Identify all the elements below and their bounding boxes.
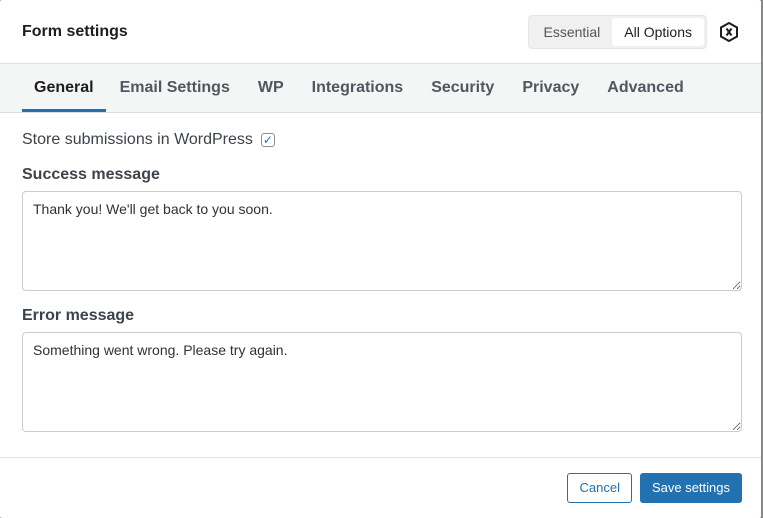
dialog-title: Form settings bbox=[22, 22, 128, 40]
store-submissions-label: Store submissions in WordPress bbox=[22, 131, 253, 148]
tab-security[interactable]: Security bbox=[417, 64, 508, 112]
mode-all-options[interactable]: All Options bbox=[612, 17, 704, 46]
tab-privacy[interactable]: Privacy bbox=[508, 64, 593, 112]
error-message-input[interactable]: Something went wrong. Please try again. bbox=[22, 332, 742, 432]
error-message-label: Error message bbox=[22, 307, 135, 324]
dialog-header: Form settings Essential All Options bbox=[0, 0, 761, 64]
tab-email-settings[interactable]: Email Settings bbox=[106, 64, 244, 112]
save-settings-button[interactable]: Save settings bbox=[639, 473, 742, 503]
cancel-button[interactable]: Cancel bbox=[567, 473, 632, 503]
mode-essential[interactable]: Essential bbox=[531, 18, 612, 46]
mode-toggle: Essential All Options bbox=[528, 14, 707, 49]
tab-bar: General Email Settings WP Integrations S… bbox=[0, 64, 761, 113]
store-submissions-row: Store submissions in WordPress ✓ bbox=[22, 131, 739, 149]
dialog-footer: Cancel Save settings bbox=[0, 457, 761, 518]
tab-wp[interactable]: WP bbox=[244, 64, 298, 112]
success-message-label: Success message bbox=[22, 166, 160, 183]
success-message-input[interactable]: Thank you! We'll get back to you soon. bbox=[22, 191, 742, 291]
tab-general[interactable]: General bbox=[22, 64, 106, 112]
tab-integrations[interactable]: Integrations bbox=[298, 64, 418, 112]
form-settings-dialog: Form settings Essential All Options Gene… bbox=[0, 0, 761, 518]
store-submissions-checkbox[interactable]: ✓ bbox=[260, 133, 275, 147]
tab-advanced[interactable]: Advanced bbox=[593, 64, 697, 112]
close-icon[interactable] bbox=[719, 21, 739, 42]
